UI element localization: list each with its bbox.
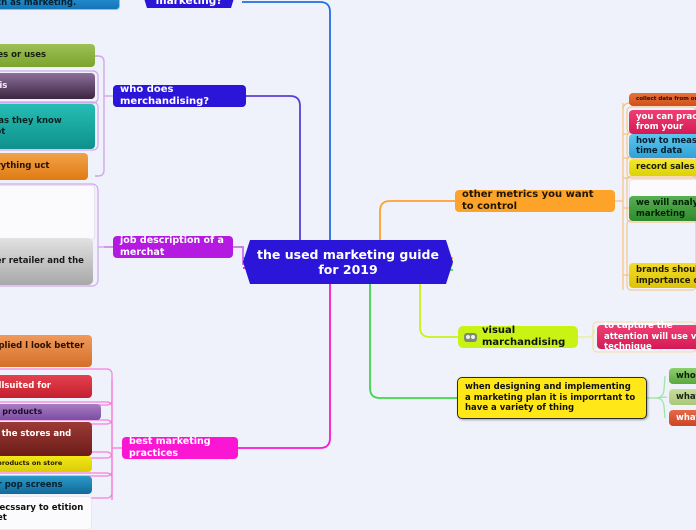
leaf-node[interactable]: what: [669, 389, 696, 405]
branch-label: best marketing practices: [129, 436, 211, 459]
leaf-node[interactable]: environment and techniques are of activi…: [0, 0, 120, 10]
mindmap-canvas: the used marketing guide for 2019 what i…: [0, 0, 696, 530]
branch-visual-merchandising[interactable]: visual marchandising: [458, 324, 578, 348]
leaf-label: r's attention is: [0, 80, 8, 91]
eyes-icon: [464, 332, 477, 342]
leaf-node[interactable]: we will analyze your marketing: [629, 196, 696, 221]
leaf-label: must monitor pop screens: [0, 479, 63, 490]
branch-label: visual marchandising: [482, 324, 566, 348]
leaf-node[interactable]: product makes or uses: [0, 44, 95, 67]
leaf-label: how to measure real-time data: [636, 135, 696, 156]
leaf-node[interactable]: how to measure real-time data: [629, 134, 696, 158]
branch-what-is-marketing[interactable]: what is marketing?: [139, 0, 239, 8]
leaf-label: etition it is necssary to etition to rem…: [0, 502, 84, 523]
branch-job-description[interactable]: job description of a merchat: [113, 235, 233, 258]
leaf-label: we will analyze your marketing: [636, 198, 696, 219]
leaf-label: record sales an: [636, 162, 696, 173]
leaf-node[interactable]: who i: [669, 368, 696, 384]
leaf-label: their own ty as they know what does not: [0, 116, 62, 137]
leaf-node-empty[interactable]: [0, 185, 95, 240]
leaf-node[interactable]: must monitor pop screens: [0, 476, 92, 494]
leaf-label: ducts are wellsuited for: [0, 381, 51, 392]
leaf-label: who i: [676, 370, 696, 381]
branch-other-metrics[interactable]: other metrics you want to control: [455, 188, 615, 212]
central-topic[interactable]: the used marketing guide for 2019: [243, 240, 453, 284]
leaf-node[interactable]: what: [669, 410, 696, 426]
leaf-node[interactable]: their own ty as they know what does not: [0, 104, 95, 149]
leaf-label: lean and supplied l look better seen by: [0, 340, 85, 351]
leaf-node[interactable]: s and be in n the stores and natives: [0, 422, 92, 456]
leaf-label: environment and techniques are of activi…: [0, 0, 77, 8]
leaf-label: to capture the attention will use visual…: [604, 321, 696, 353]
branch-label: job description of a merchat: [120, 235, 224, 258]
leaf-label: word together retailer and the: [0, 256, 84, 267]
leaf-node[interactable]: stay on top of products: [0, 404, 101, 420]
branch-best-marketing-practices[interactable]: best marketing practices: [122, 436, 238, 459]
leaf-label: product makes or uses: [0, 50, 47, 61]
leaf-label: s and be in n the stores and natives: [0, 428, 72, 439]
leaf-label: what: [676, 391, 696, 402]
leaf-label: sible for everything uct: [0, 161, 50, 172]
leaf-label: stay on top of products: [0, 407, 43, 417]
branch-marketing-plan[interactable]: when designing and implementing a market…: [457, 377, 647, 419]
leaf-node[interactable]: to capture the attention will use visual…: [597, 321, 696, 352]
branch-label: other metrics you want to control: [462, 188, 594, 212]
leaf-label: h both different products on store: [0, 459, 63, 468]
leaf-node[interactable]: r's attention is: [0, 73, 95, 99]
leaf-node[interactable]: brands should a importance of r: [629, 263, 696, 288]
leaf-node[interactable]: lean and supplied l look better seen by: [0, 335, 92, 367]
leaf-node[interactable]: etition it is necssary to etition to rem…: [0, 496, 92, 530]
central-topic-label: the used marketing guide for 2019: [257, 246, 439, 277]
leaf-node[interactable]: sible for everything uct: [0, 153, 88, 180]
leaf-label: collect data from our: [636, 96, 696, 103]
branch-label: who does merchandising?: [120, 83, 210, 107]
leaf-node[interactable]: record sales an: [629, 159, 696, 176]
leaf-node[interactable]: h both different products on store: [0, 456, 92, 472]
leaf-node[interactable]: word together retailer and the: [0, 238, 93, 285]
branch-label: when designing and implementing a market…: [465, 382, 636, 414]
branch-label: what is marketing?: [155, 0, 223, 7]
leaf-label: what: [676, 412, 696, 423]
leaf-label: you can practice learn from your: [636, 111, 696, 132]
leaf-node[interactable]: ducts are wellsuited for: [0, 375, 92, 398]
leaf-node[interactable]: you can practice learn from your: [629, 110, 696, 134]
branch-who-does-merchandising[interactable]: who does merchandising?: [113, 83, 246, 107]
leaf-label: brands should a importance of r: [636, 265, 696, 286]
leaf-node[interactable]: collect data from our: [629, 93, 696, 106]
